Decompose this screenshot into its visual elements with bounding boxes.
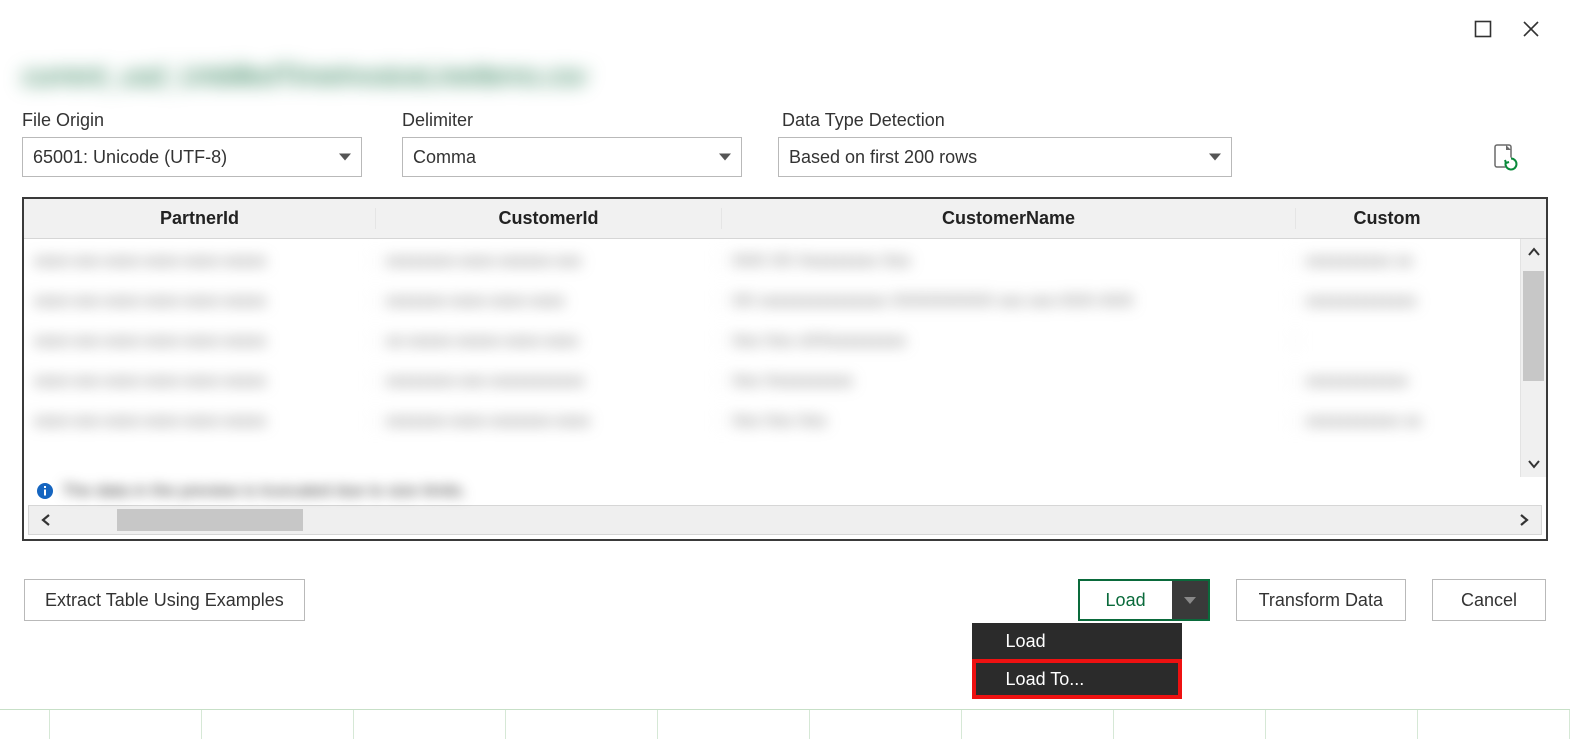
- file-origin-label: File Origin: [22, 110, 402, 131]
- dialog-title: current_usd_UnbilledTimeInvoiceLineItems…: [22, 60, 1548, 92]
- chevron-down-icon: [1209, 154, 1221, 161]
- table-row[interactable]: xxxx-xxx-xxxx-xxxx-xxxx-xxxxx xxxxxxx-xx…: [24, 399, 1546, 439]
- delimiter-select[interactable]: Comma: [402, 137, 742, 177]
- column-header-customername[interactable]: CustomerName: [722, 208, 1296, 229]
- table-row[interactable]: xxxx-xxx-xxxx-xxxx-xxxx-xxxxx xxxxxxxx-x…: [24, 239, 1546, 279]
- table-row[interactable]: xxxx-xxx-xxxx-xxxx-xxxx-xxxxx xxxxxxx-xx…: [24, 279, 1546, 319]
- data-type-label: Data Type Detection: [782, 110, 1236, 131]
- table-body: xxxx-xxx-xxxx-xxxx-xxxx-xxxxx xxxxxxxx-x…: [24, 239, 1546, 477]
- window-controls: [1472, 18, 1542, 40]
- load-dropdown-menu: Load Load To...: [972, 623, 1182, 699]
- scrollbar-track[interactable]: [63, 506, 1507, 534]
- scrollbar-thumb[interactable]: [117, 509, 303, 531]
- data-type-value: Based on first 200 rows: [789, 147, 977, 168]
- load-button[interactable]: Load: [1080, 581, 1172, 619]
- column-header-partnerid[interactable]: PartnerId: [24, 208, 376, 229]
- scroll-right-icon[interactable]: [1507, 506, 1541, 534]
- scrollbar-thumb[interactable]: [1523, 271, 1544, 381]
- table-row[interactable]: xxxx-xxx-xxxx-xxxx-xxxx-xxxxx xx-xxxxx-x…: [24, 319, 1546, 359]
- close-icon[interactable]: [1520, 18, 1542, 40]
- spreadsheet-gridline: [0, 709, 1570, 739]
- column-header-custom[interactable]: Custom: [1296, 208, 1478, 229]
- delimiter-label: Delimiter: [402, 110, 782, 131]
- menu-item-load[interactable]: Load: [972, 623, 1182, 659]
- horizontal-scrollbar[interactable]: [28, 505, 1542, 535]
- transform-data-button[interactable]: Transform Data: [1236, 579, 1406, 621]
- scroll-down-icon[interactable]: [1521, 451, 1546, 477]
- scroll-up-icon[interactable]: [1521, 239, 1546, 265]
- menu-item-load-to[interactable]: Load To...: [972, 659, 1182, 699]
- file-origin-value: 65001: Unicode (UTF-8): [33, 147, 227, 168]
- cancel-button[interactable]: Cancel: [1432, 579, 1546, 621]
- info-text: The data in the preview is truncated due…: [62, 481, 466, 501]
- file-origin-select[interactable]: 65001: Unicode (UTF-8): [22, 137, 362, 177]
- chevron-down-icon: [339, 154, 351, 161]
- extract-table-button[interactable]: Extract Table Using Examples: [24, 579, 305, 621]
- table-header-row: PartnerId CustomerId CustomerName Custom: [24, 199, 1546, 239]
- preview-table: PartnerId CustomerId CustomerName Custom…: [22, 197, 1548, 541]
- field-labels: File Origin Delimiter Data Type Detectio…: [22, 110, 1548, 131]
- chevron-down-icon: [1184, 597, 1196, 604]
- info-icon: [36, 482, 54, 500]
- column-header-customerid[interactable]: CustomerId: [376, 208, 722, 229]
- info-row: The data in the preview is truncated due…: [24, 477, 1546, 505]
- load-split-button: Load Load Load To...: [1078, 579, 1210, 621]
- vertical-scrollbar[interactable]: [1520, 239, 1546, 477]
- chevron-down-icon: [719, 154, 731, 161]
- table-row[interactable]: xxxx-xxx-xxxx-xxxx-xxxx-xxxxx xxxxxxxx-x…: [24, 359, 1546, 399]
- delimiter-value: Comma: [413, 147, 476, 168]
- load-dropdown-button[interactable]: [1172, 581, 1208, 619]
- maximize-icon[interactable]: [1472, 18, 1494, 40]
- scrollbar-track[interactable]: [1521, 265, 1546, 451]
- data-type-select[interactable]: Based on first 200 rows: [778, 137, 1232, 177]
- refresh-icon[interactable]: [1492, 143, 1518, 171]
- scroll-left-icon[interactable]: [29, 506, 63, 534]
